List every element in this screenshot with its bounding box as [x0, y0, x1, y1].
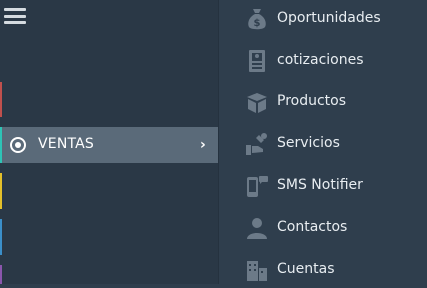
svg-text:$: $ — [254, 18, 261, 29]
phone-message-icon — [244, 173, 270, 199]
color-strip-blue — [0, 219, 2, 255]
hamburger-line — [4, 21, 26, 24]
hamburger-line — [4, 8, 26, 11]
submenu-item-label: Cuentas — [277, 261, 335, 277]
nav-item-ventas-label: VENTAS — [38, 136, 95, 152]
hamburger-line — [4, 14, 26, 18]
building-icon — [244, 257, 270, 283]
submenu-item-contactos[interactable]: Contactos — [219, 210, 427, 246]
submenu-item-sms-notifier[interactable]: SMS Notifier — [219, 168, 427, 204]
color-strip-purple — [0, 265, 2, 284]
active-marker — [0, 127, 2, 163]
ventas-submenu: $ Oportunidades cotizaciones Productos S… — [219, 0, 427, 284]
submenu-item-label: Contactos — [277, 219, 348, 235]
nav-item-ventas[interactable]: VENTAS › — [0, 127, 218, 163]
document-icon — [244, 48, 270, 74]
submenu-item-label: Oportunidades — [277, 10, 381, 26]
box-icon — [244, 89, 270, 115]
radio-selected-icon — [10, 137, 26, 153]
submenu-item-label: cotizaciones — [277, 52, 364, 68]
color-strip-yellow — [0, 173, 2, 209]
submenu-item-cuentas[interactable]: Cuentas — [219, 252, 427, 288]
wrench-hand-icon — [244, 131, 270, 157]
user-icon — [244, 215, 270, 241]
hamburger-icon[interactable] — [4, 8, 26, 24]
submenu-item-cotizaciones[interactable]: cotizaciones — [219, 43, 427, 79]
chevron-right-icon: › — [200, 137, 206, 153]
submenu-item-label: Productos — [277, 93, 347, 109]
submenu-item-oportunidades[interactable]: $ Oportunidades — [219, 1, 427, 37]
submenu-item-label: Servicios — [277, 135, 340, 151]
submenu-item-servicios[interactable]: Servicios — [219, 126, 427, 162]
main-nav-panel: VENTAS › — [0, 0, 218, 284]
submenu-item-productos[interactable]: Productos — [219, 84, 427, 120]
money-bag-icon: $ — [244, 6, 270, 32]
submenu-item-label: SMS Notifier — [277, 177, 363, 193]
color-strip-red — [0, 82, 2, 117]
